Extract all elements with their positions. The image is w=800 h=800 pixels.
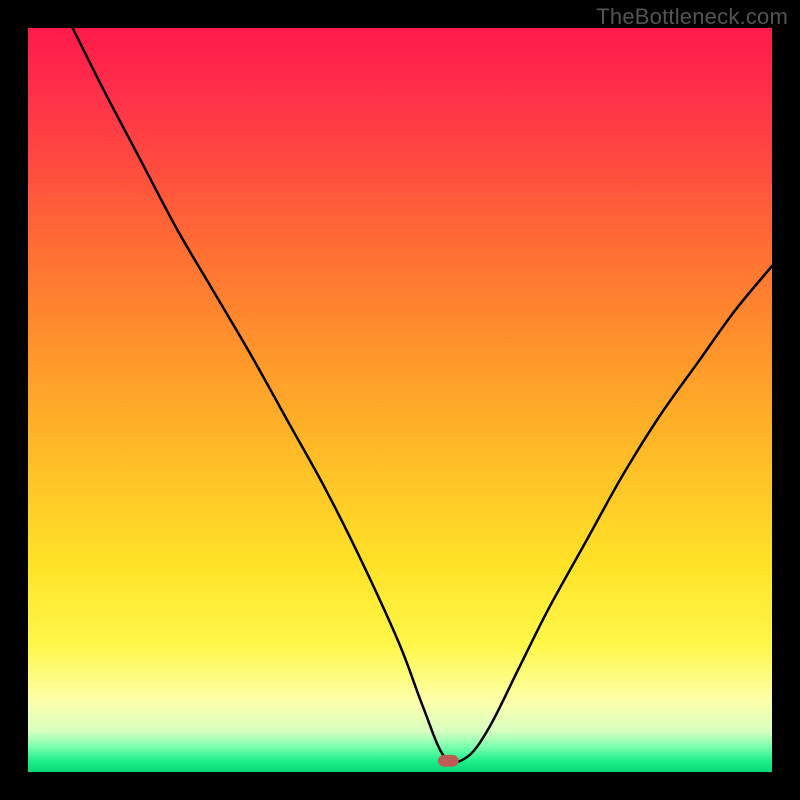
marker-dot	[28, 28, 772, 772]
chart-frame: TheBottleneck.com	[0, 0, 800, 800]
plot-area	[28, 28, 772, 772]
watermark-text: TheBottleneck.com	[596, 4, 788, 30]
